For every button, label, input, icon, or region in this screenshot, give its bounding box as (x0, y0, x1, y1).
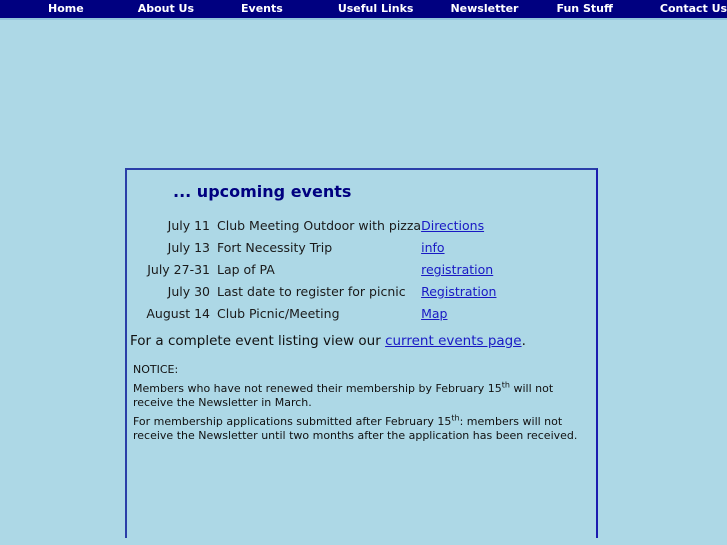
nav-item-useful-links[interactable]: Useful Links (338, 0, 414, 18)
event-description: Last date to register for picnic (217, 284, 406, 299)
table-row: August 14 Club Picnic/Meeting Map (131, 303, 496, 325)
nav-item-fun-stuff[interactable]: Fun Stuff (556, 0, 612, 18)
notice-p1-part-a: Members who have not renewed their membe… (133, 381, 502, 395)
nav-item-newsletter[interactable]: Newsletter (450, 0, 518, 18)
notice-paragraph-1: Members who have not renewed their membe… (133, 379, 585, 411)
nav-item-home[interactable]: Home (48, 0, 84, 18)
event-link-cell: registration (421, 259, 496, 281)
event-link-map[interactable]: Map (421, 306, 447, 321)
notice-p2-part-a: For membership applications submitted af… (133, 414, 452, 428)
event-link-cell: Map (421, 303, 496, 325)
nav-item-about-us[interactable]: About Us (138, 0, 194, 18)
table-row: July 27-31 Lap of PA registration (131, 259, 496, 281)
event-date: July 13 (167, 240, 210, 255)
events-table: July 11 Club Meeting Outdoor with pizza … (131, 215, 496, 325)
page-title: ... upcoming events (173, 182, 352, 201)
event-description: Club Meeting Outdoor with pizza (217, 218, 422, 233)
notice-p1-ordinal: th (501, 379, 510, 389)
event-link-directions[interactable]: Directions (421, 218, 484, 233)
event-link-cell: info (421, 237, 496, 259)
event-date: August 14 (146, 306, 210, 321)
listing-prefix-text: For a complete event listing view our (130, 333, 386, 349)
event-date: July 11 (167, 218, 210, 233)
event-link-info[interactable]: info (421, 240, 444, 255)
event-description: Lap of PA (217, 262, 275, 277)
event-link-cell: Registration (421, 281, 496, 303)
notice-paragraph-2: For membership applications submitted af… (133, 412, 585, 444)
nav-item-events[interactable]: Events (241, 0, 283, 18)
upcoming-events-panel: ... upcoming events July 11 Club Meeting… (125, 168, 598, 538)
table-row: July 30 Last date to register for picnic… (131, 281, 497, 303)
notice-p2-ordinal: th (451, 412, 460, 422)
event-link-registration-upper[interactable]: Registration (421, 284, 496, 299)
event-description: Club Picnic/Meeting (217, 306, 340, 321)
main-navigation-bar: Home About Us Events Useful Links Newsle… (0, 0, 727, 18)
current-events-page-link[interactable]: current events page (385, 333, 521, 349)
nav-underline-divider (0, 18, 727, 20)
complete-listing-line: For a complete event listing view our cu… (130, 333, 596, 350)
table-row: July 13 Fort Necessity Trip info (131, 237, 496, 259)
notice-heading: NOTICE: (133, 363, 179, 376)
listing-suffix-text: . (521, 333, 526, 349)
notice-block: NOTICE: Members who have not renewed the… (133, 363, 596, 444)
nav-item-contact-us[interactable]: Contact Us (660, 0, 727, 18)
event-link-registration-lower[interactable]: registration (421, 262, 493, 277)
table-row: July 11 Club Meeting Outdoor with pizza … (131, 215, 496, 237)
event-link-cell: Directions (421, 215, 496, 237)
event-description: Fort Necessity Trip (217, 240, 333, 255)
event-date: July 27-31 (147, 262, 210, 277)
event-date: July 30 (167, 284, 210, 299)
